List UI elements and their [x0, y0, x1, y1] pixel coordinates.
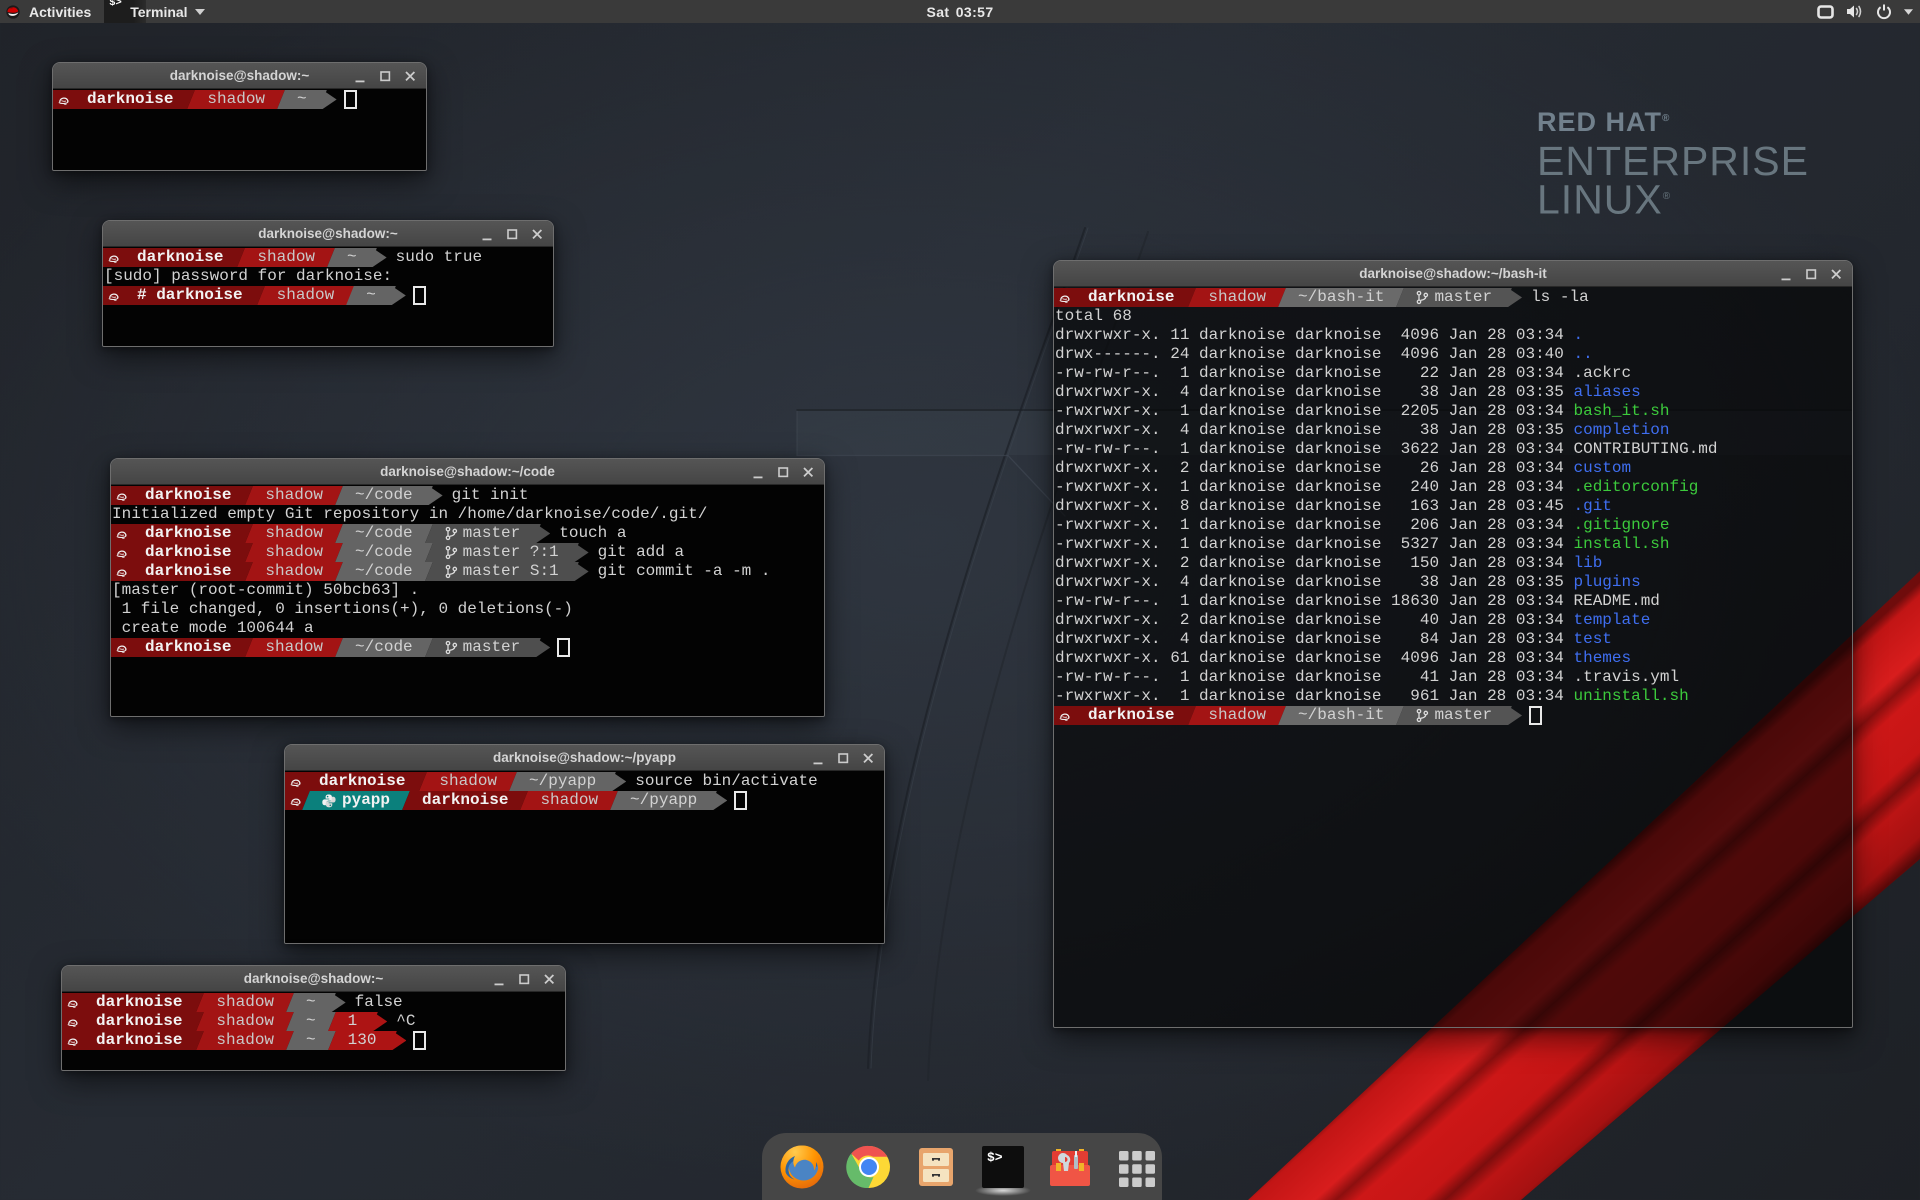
svg-text:$>: $>: [987, 1150, 1003, 1165]
